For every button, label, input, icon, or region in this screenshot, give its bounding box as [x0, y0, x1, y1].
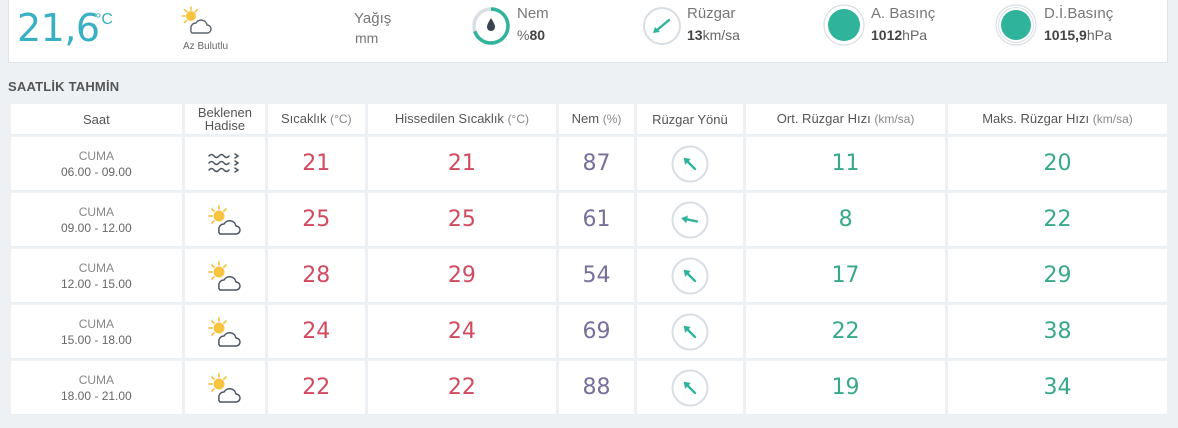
event-icon-cell: [184, 137, 266, 190]
current-temperature: 21,6: [17, 6, 100, 50]
temperature-cell: 28: [268, 249, 365, 302]
partly-cloudy-icon: [185, 258, 265, 294]
partly-cloudy-icon: [185, 314, 265, 350]
wind-direction-cell: [636, 361, 744, 414]
temperature-cell: 21: [268, 137, 365, 190]
table-row: CUMA 12.00 - 15.00 28 29 54 17 29: [11, 249, 1167, 302]
wind-direction-cell: [636, 137, 744, 190]
col-max-wind: Maks. Rüzgar Hızı (km/sa): [948, 104, 1167, 134]
precipitation-unit: mm: [355, 30, 379, 46]
max-wind-cell: 22: [948, 193, 1167, 246]
humidity-value: %80: [517, 27, 546, 43]
col-time: Saat: [11, 104, 182, 134]
col-feels-like: Hissedilen Sıcaklık (°C): [367, 104, 557, 134]
feels-like-cell: 22: [367, 361, 557, 414]
current-temperature-unit: °C: [95, 11, 113, 28]
table-row: CUMA 18.00 - 21.00 22 22 88 19 34: [11, 361, 1167, 414]
avg-wind-cell: 22: [746, 305, 945, 358]
wind-direction-cell: [636, 249, 744, 302]
arrow-west-icon: [637, 200, 743, 240]
temperature-cell: 25: [268, 193, 365, 246]
hourly-forecast-table: Saat Beklenen Hadise Sıcaklık (°C) Hissed…: [8, 101, 1170, 417]
sea-level-pressure-icon: [994, 3, 1038, 47]
arrow-southwest-icon: [637, 144, 743, 184]
wind-value: 13km/sa: [687, 27, 740, 43]
max-wind-cell: 38: [948, 305, 1167, 358]
feels-like-cell: 24: [367, 305, 557, 358]
feels-like-cell: 25: [367, 193, 557, 246]
humidity-gauge-icon: [471, 6, 511, 46]
pressure-value: 1012hPa: [871, 27, 928, 43]
avg-wind-cell: 11: [746, 137, 945, 190]
feels-like-cell: 21: [367, 137, 557, 190]
event-icon-cell: [184, 193, 266, 246]
table-row: CUMA 15.00 - 18.00 24 24 69 22 38: [11, 305, 1167, 358]
pressure-icon: [822, 3, 866, 47]
col-temperature: Sıcaklık (°C): [268, 104, 365, 134]
table-header-row: Saat Beklenen Hadise Sıcaklık (°C) Hissed…: [11, 104, 1167, 134]
avg-wind-cell: 8: [746, 193, 945, 246]
humidity-cell: 88: [559, 361, 634, 414]
feels-like-cell: 29: [367, 249, 557, 302]
col-wind-direction: Rüzgar Yönü: [636, 104, 744, 134]
event-icon-cell: [184, 361, 266, 414]
partly-cloudy-icon: [185, 370, 265, 406]
arrow-southwest-icon: [637, 256, 743, 296]
col-humidity: Nem (%): [559, 104, 634, 134]
table-row: CUMA 06.00 - 09.00 21 21 87 11 20: [11, 137, 1167, 190]
wind-direction-cell: [636, 305, 744, 358]
partly-cloudy-icon: [179, 6, 213, 36]
time-cell: CUMA 18.00 - 21.00: [11, 361, 182, 414]
current-conditions-panel: 21,6 °C Az Bulutlu Yağış mm Nem %80 Rüzg…: [8, 0, 1168, 63]
section-title: SAATLİK TAHMİN: [8, 79, 120, 94]
humidity-cell: 61: [559, 193, 634, 246]
avg-wind-cell: 17: [746, 249, 945, 302]
time-cell: CUMA 09.00 - 12.00: [11, 193, 182, 246]
sea-level-pressure-label: D.İ.Basınç: [1044, 5, 1114, 22]
humidity-cell: 54: [559, 249, 634, 302]
current-condition-text: Az Bulutlu: [183, 41, 229, 52]
humidity-cell: 87: [559, 137, 634, 190]
sea-level-pressure-value: 1015,9hPa: [1044, 27, 1112, 43]
max-wind-cell: 34: [948, 361, 1167, 414]
temperature-cell: 22: [268, 361, 365, 414]
max-wind-cell: 20: [948, 137, 1167, 190]
wind-label: Rüzgar: [687, 5, 736, 22]
partly-cloudy-icon: [185, 202, 265, 238]
table-row: CUMA 09.00 - 12.00 25 25 61 8 22: [11, 193, 1167, 246]
humidity-label: Nem: [517, 5, 549, 22]
fog-icon: [185, 146, 265, 182]
humidity-cell: 69: [559, 305, 634, 358]
event-icon-cell: [184, 249, 266, 302]
event-icon-cell: [184, 305, 266, 358]
col-event: Beklenen Hadise: [184, 104, 266, 134]
wind-direction-cell: [636, 193, 744, 246]
precipitation-label: Yağış: [354, 10, 392, 27]
arrow-southwest-icon: [637, 312, 743, 352]
col-avg-wind: Ort. Rüzgar Hızı (km/sa): [746, 104, 945, 134]
avg-wind-cell: 19: [746, 361, 945, 414]
time-cell: CUMA 12.00 - 15.00: [11, 249, 182, 302]
time-cell: CUMA 06.00 - 09.00: [11, 137, 182, 190]
temperature-cell: 24: [268, 305, 365, 358]
arrow-southwest-icon: [637, 368, 743, 408]
max-wind-cell: 29: [948, 249, 1167, 302]
pressure-label: A. Basınç: [871, 5, 936, 22]
wind-direction-icon: [641, 5, 683, 47]
time-cell: CUMA 15.00 - 18.00: [11, 305, 182, 358]
